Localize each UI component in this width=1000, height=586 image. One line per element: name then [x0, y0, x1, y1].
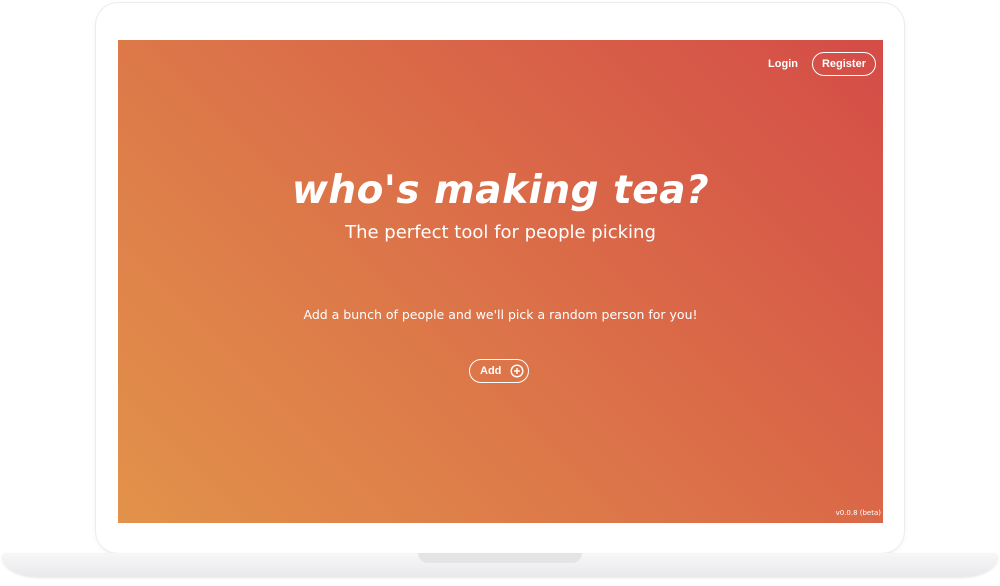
add-button-label: Add	[480, 365, 502, 377]
add-button[interactable]: Add	[469, 359, 529, 383]
laptop-mockup: Login Register who's making tea? The per…	[0, 0, 1000, 586]
plus-circle-icon	[510, 364, 524, 378]
register-button[interactable]: Register	[811, 52, 876, 76]
laptop-notch	[418, 553, 582, 563]
login-link[interactable]: Login	[768, 58, 798, 70]
app-screen: Login Register who's making tea? The per…	[118, 40, 883, 523]
top-nav: Login Register	[768, 52, 876, 76]
version-label: v0.0.8 (beta)	[835, 509, 881, 517]
hero-subtitle: The perfect tool for people picking	[345, 222, 656, 243]
hero-title: who's making tea?	[291, 168, 710, 213]
hero-description: Add a bunch of people and we'll pick a r…	[303, 307, 698, 322]
